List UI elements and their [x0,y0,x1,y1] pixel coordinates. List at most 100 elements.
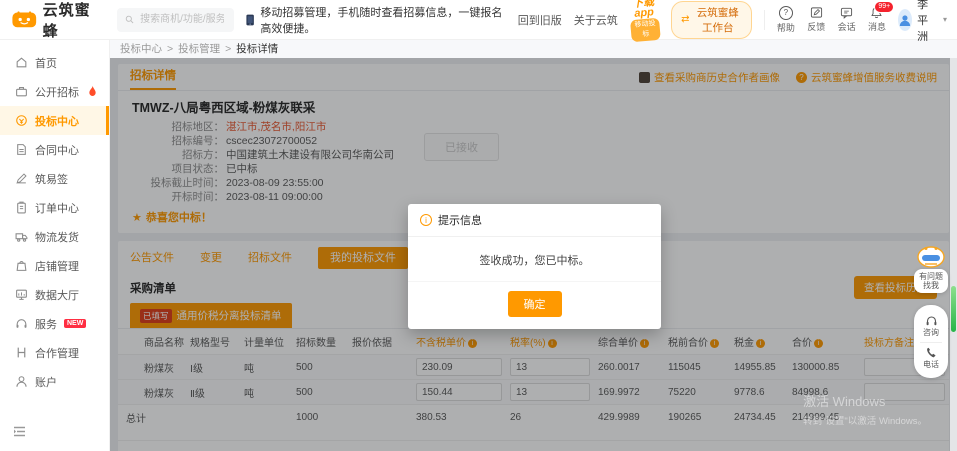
watermark-line: 激活 Windows [803,394,886,409]
app-window: 云筑蜜蜂 移动招募管理，手机随时查看招募信息，一键报名高效便捷。 回到旧版 关于… [0,0,957,451]
global-search[interactable] [116,7,235,32]
helper-bubble[interactable]: 有问题 找我 [914,269,948,293]
chevron-down-icon: ▾ [942,15,947,24]
brand-logo-icon [12,11,37,28]
modal-footer: 确定 [408,281,661,329]
chat-label: 会话 [837,22,856,32]
home-icon [16,57,27,68]
sidebar-item-home[interactable]: 首页 [0,48,109,77]
breadcrumb-item[interactable]: 投标中心 [120,40,162,58]
info-circle-icon: i [420,214,432,226]
watermark-line: 转到"设置"以激活 Windows。 [803,416,927,427]
sidebar-item-label: 公开招标 [35,86,79,99]
scrollbar-thumb[interactable] [951,286,956,332]
consult-button[interactable]: 咨询 [914,312,948,341]
message-menu-item[interactable]: 99+ 消息 [867,1,895,33]
sidebar-item-data-hall[interactable]: 数据大厅 [0,280,109,309]
sidebar-collapse-button[interactable] [13,424,26,442]
coin-icon [16,115,27,126]
sidebar: 首页 公开招标 投标中心 合同中心 筑易签 订单中心 物流发货 店铺管理 数据大… [0,40,110,451]
message-count-badge: 99+ [874,1,895,13]
swap-icon: ⇄ [681,14,690,25]
user-menu[interactable]: 李平洲 ▾ [898,0,947,44]
feedback-icon [810,7,822,18]
notice-modal: i 提示信息 签收成功，您已中标。 确定 [408,204,661,329]
sidebar-item-label: 数据大厅 [35,289,79,302]
chat-icon [841,7,853,19]
help-menu-item[interactable]: ? 帮助 [776,5,795,34]
search-input[interactable] [138,13,227,26]
divider [920,342,942,343]
cooperation-icon [17,347,26,358]
phone-icon [927,347,936,358]
message-label: 消息 [867,22,886,32]
brand-name: 云筑蜜蜂 [42,1,91,40]
promo-banner-text: 移动招募管理，手机随时查看招募信息，一键报名高效便捷。 [260,6,503,35]
about-link[interactable]: 关于云筑 [574,12,618,28]
sidebar-item-label: 订单中心 [35,202,79,215]
sidebar-item-public-bidding[interactable]: 公开招标 [0,77,109,106]
breadcrumb-separator: > [167,43,174,55]
sidebar-item-label: 店铺管理 [35,260,79,273]
briefcase-icon [16,87,27,97]
top-bar: 云筑蜜蜂 移动招募管理，手机随时查看招募信息，一键报名高效便捷。 回到旧版 关于… [0,0,957,43]
windows-watermark: 激活 Windows 转到"设置"以激活 Windows。 [803,391,927,427]
sidebar-item-label: 投标中心 [35,115,79,128]
menu-fold-icon [14,426,25,437]
sidebar-item-esign[interactable]: 筑易签 [0,164,109,193]
sidebar-item-order-center[interactable]: 订单中心 [0,193,109,222]
sidebar-item-bid-center[interactable]: 投标中心 [0,106,109,135]
download-app-sublabel: 移动投标 [629,17,661,43]
modal-header: i 提示信息 [408,204,661,237]
truck-icon [15,233,28,242]
sidebar-item-contract-center[interactable]: 合同中心 [0,135,109,164]
bee-mascot-icon[interactable] [916,245,946,269]
user-name: 李平洲 [917,0,929,43]
helper-widget: 有问题 找我 咨询 电话 [914,245,948,378]
feedback-menu-item[interactable]: 反馈 [807,6,825,33]
help-label: 帮助 [776,22,795,33]
person-icon [899,14,911,26]
workbench-button[interactable]: ⇄ 云筑蜜蜂工作台 [671,0,752,39]
feedback-label: 反馈 [807,22,826,32]
sidebar-item-label: 物流发货 [35,231,79,244]
clipboard-icon [17,201,26,214]
modal-body: 签收成功，您已中标。 [479,255,590,267]
helper-bubble-text: 有问题 [919,272,943,281]
breadcrumb-item[interactable]: 投标管理 [178,40,220,58]
phone-button[interactable]: 电话 [914,344,948,373]
download-app-badge[interactable]: 下载app 移动投标 [628,0,661,43]
breadcrumb-separator: > [225,43,232,55]
shop-bag-icon [16,261,27,271]
divider [763,9,765,30]
sidebar-item-label: 首页 [35,57,57,70]
workbench-label: 云筑蜜蜂工作台 [696,6,739,34]
sidebar-item-shop[interactable]: 店铺管理 [0,251,109,280]
headset-icon [926,316,936,326]
contact-pill: 咨询 电话 [914,305,948,378]
sidebar-item-label: 账户 [35,376,57,389]
mobile-icon [246,14,254,25]
confirm-button[interactable]: 确定 [507,291,562,317]
search-icon [125,15,134,24]
chart-icon [16,289,27,300]
help-icon: ? [778,5,793,20]
sidebar-item-label: 筑易签 [35,173,68,186]
promo-banner: 移动招募管理，手机随时查看招募信息，一键报名高效便捷。 [246,4,506,36]
download-app-label: 下载app [631,0,655,20]
sidebar-item-services[interactable]: 服务 NEW [0,309,109,338]
helper-bubble-text: 找我 [923,281,939,290]
sidebar-item-account[interactable]: 账户 [0,367,109,396]
account-person-icon [16,376,27,387]
chat-menu-item[interactable]: 会话 [837,6,856,33]
back-to-old-link[interactable]: 回到旧版 [518,12,562,28]
top-right-actions: 回到旧版 关于云筑 下载app 移动投标 ⇄ 云筑蜜蜂工作台 ? 帮助 反馈 会… [518,0,947,44]
modal-title: 提示信息 [438,215,482,227]
scrollbar-track[interactable] [950,58,957,451]
sidebar-item-cooperation[interactable]: 合作管理 [0,338,109,367]
sidebar-item-logistics[interactable]: 物流发货 [0,222,109,251]
sidebar-item-label: 服务 [35,318,57,331]
brand-logo[interactable]: 云筑蜜蜂 [12,0,95,41]
pen-icon [16,173,27,184]
service-headset-icon [16,319,27,328]
